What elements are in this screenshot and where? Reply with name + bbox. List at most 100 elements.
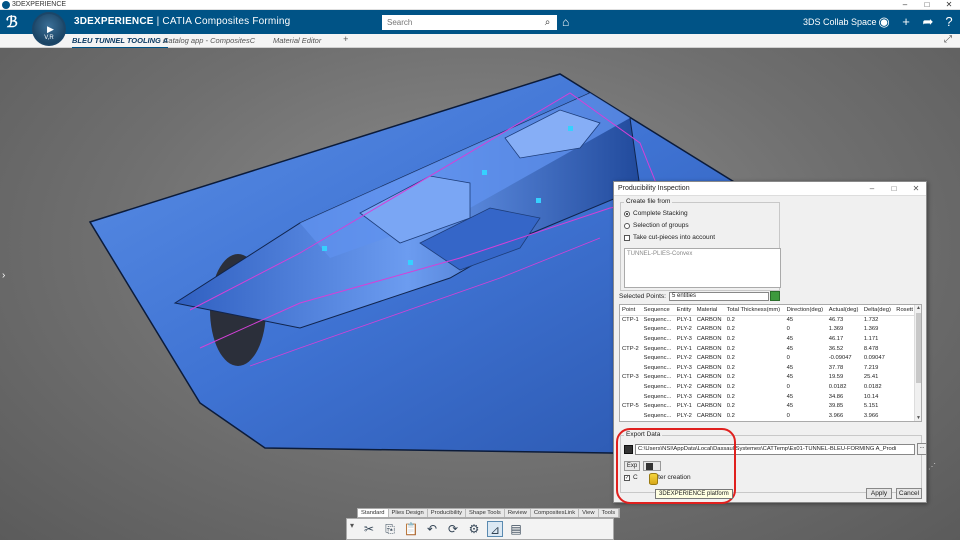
column-header[interactable]: Sequence	[641, 305, 675, 316]
scroll-thumb[interactable]	[916, 313, 921, 383]
table-cell: PLY-3	[676, 364, 692, 371]
share-icon[interactable]: ➦	[920, 14, 936, 30]
tab-material-editor[interactable]: Material Editor	[273, 36, 321, 45]
window-title: 3DEXPERIENCE	[12, 1, 67, 8]
complete-stacking-radio[interactable]: Complete Stacking	[624, 210, 688, 217]
scissors-icon[interactable]: ✂	[361, 521, 377, 537]
table-cell: 8.478	[863, 345, 879, 352]
browse-button[interactable]: ...	[917, 443, 927, 455]
paste-icon[interactable]: 📋	[403, 521, 419, 537]
dialog-minimize-icon[interactable]: –	[866, 184, 878, 193]
table-cell	[620, 392, 642, 402]
dialog-title: Producibility Inspection	[618, 185, 690, 192]
table-cell: PLY-3	[676, 393, 692, 400]
maximize-icon[interactable]: □	[920, 0, 934, 10]
column-header[interactable]: Entity	[674, 305, 695, 316]
table-cell: -0.09047	[828, 355, 852, 362]
table-row[interactable]: Sequenc... PLY-2 CARBON 0.2 0 -0.09047 0.09047	[620, 353, 916, 363]
column-header[interactable]: Direction(deg)	[784, 305, 827, 316]
collapse-chevron-icon[interactable]: ▾	[350, 521, 354, 530]
column-header[interactable]: Delta(deg)	[861, 305, 895, 316]
table-row[interactable]: CTP-3 Sequenc... PLY-1 CARBON 0.2 45 19.59 25.4…	[620, 373, 916, 383]
export-platform-button[interactable]	[643, 461, 661, 471]
column-header[interactable]: Rosett	[894, 305, 916, 316]
table-row[interactable]: Sequenc... PLY-3 CARBON 0.2 45 37.78 7.219	[620, 363, 916, 373]
group-list-item[interactable]: TUNNEL-PLIES-Convex	[627, 251, 692, 257]
action-tab-view[interactable]: View	[579, 509, 599, 517]
table-row[interactable]: Sequenc... PLY-3 CARBON 0.2 45 46.17 1.171	[620, 334, 916, 344]
measure-icon[interactable]: ⊿	[487, 521, 503, 537]
scroll-up-icon[interactable]: ▲	[915, 305, 921, 311]
table-row[interactable]: Sequenc... PLY-2 CARBON 0.2 0 3.966 3.966	[620, 411, 916, 421]
selected-points-field[interactable]: 5 entities	[669, 292, 769, 301]
user-avatar-icon[interactable]: ◉	[876, 14, 892, 30]
graph-icon[interactable]: ▤	[508, 521, 524, 537]
settings-icon[interactable]: ⚙	[466, 521, 482, 537]
copy-icon[interactable]: ⎘	[382, 521, 398, 537]
update-icon[interactable]: ⟳	[445, 521, 461, 537]
table-scrollbar[interactable]: ▲ ▼	[914, 305, 921, 421]
select-points-button[interactable]	[770, 291, 780, 301]
cut-pieces-checkbox[interactable]: Take cut-pieces into account	[624, 234, 715, 241]
table-cell: CARBON	[696, 364, 722, 371]
export-button[interactable]: Exp	[624, 461, 640, 471]
add-tab-button[interactable]: +	[343, 34, 348, 44]
cancel-button[interactable]: Cancel	[896, 488, 922, 499]
action-tab-tools[interactable]: Tools	[599, 509, 620, 517]
table-cell: 46.17	[828, 335, 844, 342]
undo-icon[interactable]: ↶	[424, 521, 440, 537]
table-cell: 1.732	[863, 317, 879, 324]
action-tab-producibility[interactable]: Producibility	[428, 509, 467, 517]
action-tab-plies-design[interactable]: Plies Design	[389, 509, 428, 517]
collab-space-selector[interactable]: 3DS Collab Space	[803, 17, 877, 27]
table-cell: 0.2	[726, 345, 735, 352]
action-tab-shape-tools[interactable]: Shape Tools	[466, 509, 505, 517]
search-icon[interactable]: ⌕	[541, 16, 554, 29]
checkbox-icon[interactable]	[624, 234, 630, 241]
table-row[interactable]: Sequenc... PLY-3 CARBON 0.2 45 34.86 10.14	[620, 392, 916, 402]
save-icon[interactable]	[624, 445, 633, 454]
dialog-close-icon[interactable]: ✕	[910, 184, 922, 193]
action-tab-compositeslink[interactable]: CompositesLink	[531, 509, 580, 517]
column-header[interactable]: Actual(deg)	[826, 305, 862, 316]
dialog-maximize-icon[interactable]: □	[888, 184, 900, 193]
tab-catalog-app[interactable]: Catalog app - CompositesC	[163, 36, 255, 45]
table-cell: CTP-5	[622, 403, 639, 410]
complete-stacking-label: Complete Stacking	[633, 210, 688, 217]
action-tab-standard[interactable]: Standard	[358, 509, 389, 517]
table-cell: Sequenc...	[643, 364, 672, 371]
ds-logo-icon[interactable]: ℬ	[6, 13, 18, 31]
export-path-field[interactable]: C:\Users\NSI\AppData\Local\DassaultSyste…	[635, 444, 915, 455]
action-tab-review[interactable]: Review	[505, 509, 531, 517]
table-cell: Sequenc...	[643, 355, 672, 362]
checkbox-checked-icon[interactable]: ✓	[624, 474, 630, 481]
tag-icon[interactable]: ⌂	[562, 15, 569, 29]
table-row[interactable]: Sequenc... PLY-2 CARBON 0.2 0 0.0182 0.0182	[620, 382, 916, 392]
close-icon[interactable]: ✕	[942, 0, 956, 10]
column-header[interactable]: Point	[620, 305, 642, 316]
resize-grip-icon[interactable]: ⋰	[928, 462, 936, 471]
help-icon[interactable]: ?	[941, 14, 957, 30]
dialog-titlebar[interactable]: Producibility Inspection – □ ✕	[614, 182, 926, 196]
search-input[interactable]	[382, 15, 557, 30]
add-icon[interactable]: +	[898, 14, 914, 30]
group-list[interactable]: TUNNEL-PLIES-Convex	[624, 248, 781, 288]
database-icon[interactable]	[649, 473, 658, 485]
minimize-icon[interactable]: –	[898, 0, 912, 10]
table-row[interactable]: Sequenc... PLY-2 CARBON 0.2 0 1.369 1.369	[620, 325, 916, 335]
column-header[interactable]: Material	[694, 305, 725, 316]
table-row[interactable]: CTP-5 Sequenc... PLY-1 CARBON 0.2 45 39.85 5.15…	[620, 401, 916, 411]
column-header[interactable]: Total Thickness(mm)	[724, 305, 785, 316]
expand-panel-icon[interactable]: ›	[2, 270, 5, 281]
table-row[interactable]: CTP-2 Sequenc... PLY-1 CARBON 0.2 45 36.52 8.47…	[620, 344, 916, 354]
radio-selected-icon[interactable]	[624, 210, 630, 217]
table-cell	[620, 382, 642, 392]
selection-groups-radio[interactable]: Selection of groups	[624, 222, 689, 229]
inspection-table[interactable]: Point Sequence Entity Material Total Thickne…	[619, 304, 922, 422]
table-row[interactable]: CTP-1 Sequenc... PLY-1 CARBON 0.2 45 46.73 1.73…	[620, 315, 916, 325]
radio-unselected-icon[interactable]	[624, 222, 630, 229]
fullscreen-icon[interactable]: ⤢	[944, 34, 952, 45]
scroll-down-icon[interactable]: ▼	[915, 415, 921, 421]
compass-widget[interactable]: ▶ V,R	[32, 12, 66, 46]
apply-button[interactable]: Apply	[866, 488, 892, 499]
